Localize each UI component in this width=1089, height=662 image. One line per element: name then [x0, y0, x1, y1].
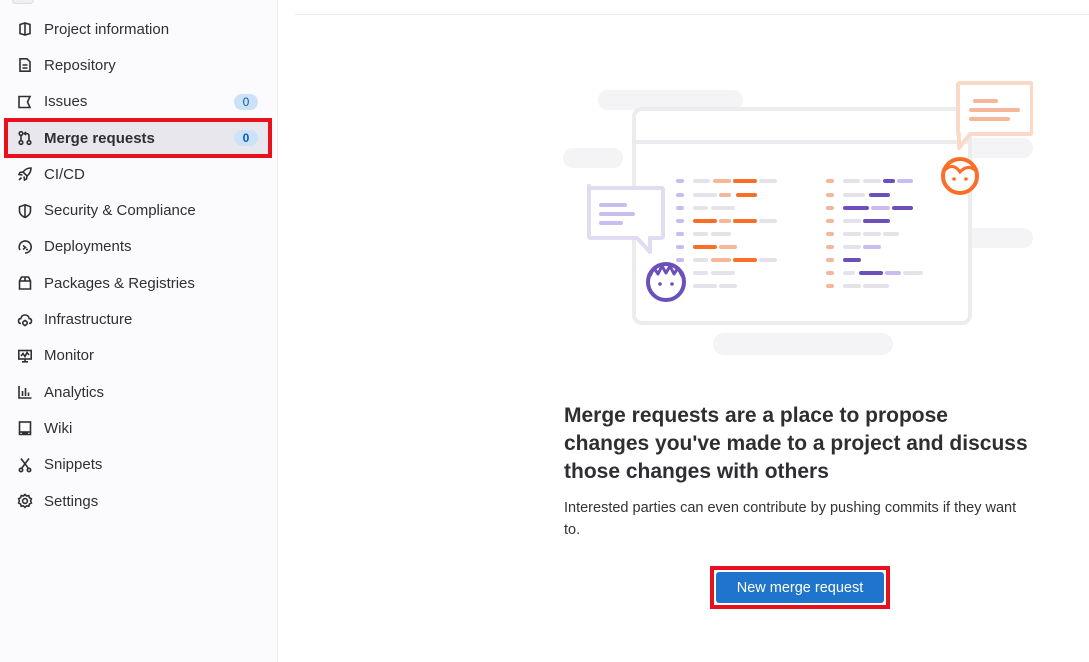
- sidebar-item-issues[interactable]: Issues 0: [8, 84, 268, 120]
- sidebar-item-wiki[interactable]: Wiki: [8, 410, 268, 446]
- merge-requests-empty-illustration: [563, 81, 1033, 355]
- sidebar-nav: Project information Repository Issues 0 …: [4, 11, 272, 519]
- sidebar-item-ci-cd[interactable]: CI/CD: [8, 156, 268, 192]
- cloud-gear-icon: [16, 311, 34, 329]
- sidebar-item-label: Deployments: [44, 238, 132, 256]
- sidebar: Project information Repository Issues 0 …: [0, 0, 278, 662]
- sidebar-item-snippets[interactable]: Snippets: [8, 447, 268, 483]
- sidebar-item-label: Settings: [44, 492, 99, 510]
- book-icon: [16, 419, 34, 437]
- sidebar-item-label: Merge requests: [44, 129, 155, 147]
- deployments-icon: [16, 238, 34, 256]
- sidebar-item-merge-requests[interactable]: Merge requests 0: [4, 117, 272, 159]
- package-icon: [16, 274, 34, 292]
- sidebar-item-deployments[interactable]: Deployments: [8, 229, 268, 265]
- highlight-box: New merge request: [710, 566, 890, 609]
- new-merge-request-button[interactable]: New merge request: [716, 572, 884, 603]
- sidebar-item-analytics[interactable]: Analytics: [8, 374, 268, 410]
- sidebar-item-settings[interactable]: Settings: [8, 483, 268, 519]
- header-divider: [295, 14, 1089, 15]
- monitor-icon: [16, 347, 34, 365]
- sidebar-item-monitor[interactable]: Monitor: [8, 338, 268, 374]
- sidebar-item-label: Monitor: [44, 347, 95, 365]
- sidebar-item-repository[interactable]: Repository: [8, 47, 268, 83]
- chart-icon: [16, 383, 34, 401]
- sidebar-item-label: Project information: [44, 20, 170, 38]
- sidebar-item-label: Issues: [44, 93, 88, 111]
- issues-icon: [16, 93, 34, 111]
- doc-icon: [16, 56, 34, 74]
- sidebar-item-label: Snippets: [44, 456, 103, 474]
- sidebar-item-label: Wiki: [44, 419, 73, 437]
- rocket-icon: [16, 165, 34, 183]
- project-avatar[interactable]: [12, 0, 34, 4]
- merge-requests-count-badge: 0: [234, 130, 258, 147]
- sidebar-item-project-information[interactable]: Project information: [8, 11, 268, 47]
- gear-icon: [16, 492, 34, 510]
- sidebar-item-label: Analytics: [44, 383, 105, 401]
- sidebar-item-label: Infrastructure: [44, 311, 133, 329]
- sidebar-item-packages-registries[interactable]: Packages & Registries: [8, 265, 268, 301]
- empty-state-description: Interested parties can even contribute b…: [564, 500, 1017, 538]
- shield-icon: [16, 202, 34, 220]
- project-icon: [16, 20, 34, 38]
- sidebar-item-label: Packages & Registries: [44, 274, 195, 292]
- merge-request-icon: [16, 129, 34, 147]
- empty-state-title: Merge requests are a place to propose ch…: [564, 404, 1028, 483]
- sidebar-item-label: Repository: [44, 56, 116, 74]
- sidebar-item-infrastructure[interactable]: Infrastructure: [8, 301, 268, 337]
- main-content: Merge requests are a place to propose ch…: [279, 0, 1089, 662]
- sidebar-item-security-compliance[interactable]: Security & Compliance: [8, 192, 268, 228]
- sidebar-item-label: CI/CD: [44, 165, 85, 183]
- sidebar-item-label: Security & Compliance: [44, 202, 196, 220]
- issues-count-badge: 0: [234, 93, 258, 110]
- scissors-icon: [16, 456, 34, 474]
